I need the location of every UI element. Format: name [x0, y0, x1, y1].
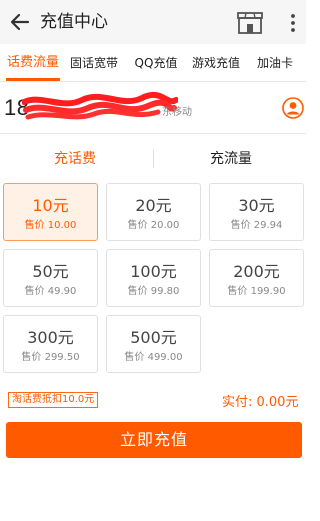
tab-qq-recharge[interactable]: QQ充值: [128, 44, 184, 82]
tab-phone-data[interactable]: 话费流量: [4, 44, 62, 82]
amount-card-200[interactable]: 200元 售价 199.90: [209, 249, 304, 307]
tab-recharge-credit[interactable]: 充话费: [0, 144, 150, 174]
recharge-now-button[interactable]: 立即充值: [6, 422, 302, 458]
recharge-type-tabs: 充话费 充流量: [0, 144, 306, 174]
redaction-scribble: [22, 91, 178, 120]
card-price: 售价 299.50: [21, 352, 80, 363]
back-arrow-icon[interactable]: [6, 8, 34, 36]
tab-landline-broadband[interactable]: 固话宽带: [66, 44, 122, 82]
payment-total: 实付: 0.00元: [222, 395, 299, 410]
amount-card-500[interactable]: 500元 售价 499.00: [106, 315, 201, 373]
tab-fuel-card[interactable]: 加油卡: [250, 44, 300, 82]
phone-input-row[interactable]: 18 东移动: [0, 88, 306, 134]
category-tabs: 话费流量 固话宽带 QQ充值 游戏充值 加油卡: [0, 44, 306, 82]
card-price: 售价 49.90: [24, 286, 77, 297]
card-price: 售价 99.80: [127, 286, 180, 297]
card-amount: 30元: [238, 196, 275, 215]
app-header: 充值中心: [0, 0, 306, 44]
amount-card-50[interactable]: 50元 售价 49.90: [3, 249, 98, 307]
card-price: 售价 10.00: [24, 220, 77, 231]
card-amount: 300元: [27, 328, 74, 347]
active-tab-indicator: [6, 78, 60, 81]
tab-game-recharge[interactable]: 游戏充值: [188, 44, 244, 82]
amount-card-10[interactable]: 10元 售价 10.00: [3, 183, 98, 241]
amount-card-30[interactable]: 30元 售价 29.94: [209, 183, 304, 241]
card-price: 售价 499.00: [124, 352, 183, 363]
amount-card-300[interactable]: 300元 售价 299.50: [3, 315, 98, 373]
card-price: 售价 29.94: [230, 220, 283, 231]
discount-badge[interactable]: 淘话费抵扣10.0元: [8, 392, 99, 408]
card-amount: 20元: [135, 196, 172, 215]
page-title: 充值中心: [40, 12, 108, 32]
carrier-label: 东移动: [162, 107, 192, 118]
card-price: 售价 199.90: [227, 286, 286, 297]
card-amount: 10元: [32, 196, 69, 215]
store-icon[interactable]: [236, 11, 264, 35]
card-amount: 50元: [32, 262, 69, 281]
card-amount: 100元: [130, 262, 177, 281]
divider: [153, 150, 154, 168]
card-price: 售价 20.00: [127, 220, 180, 231]
amount-card-100[interactable]: 100元 售价 99.80: [106, 249, 201, 307]
card-amount: 500元: [130, 328, 177, 347]
tab-recharge-data[interactable]: 充流量: [156, 144, 306, 174]
amount-card-20[interactable]: 20元 售价 20.00: [106, 183, 201, 241]
card-amount: 200元: [233, 262, 280, 281]
more-vertical-icon[interactable]: [288, 12, 298, 34]
contact-person-icon[interactable]: [282, 97, 304, 119]
